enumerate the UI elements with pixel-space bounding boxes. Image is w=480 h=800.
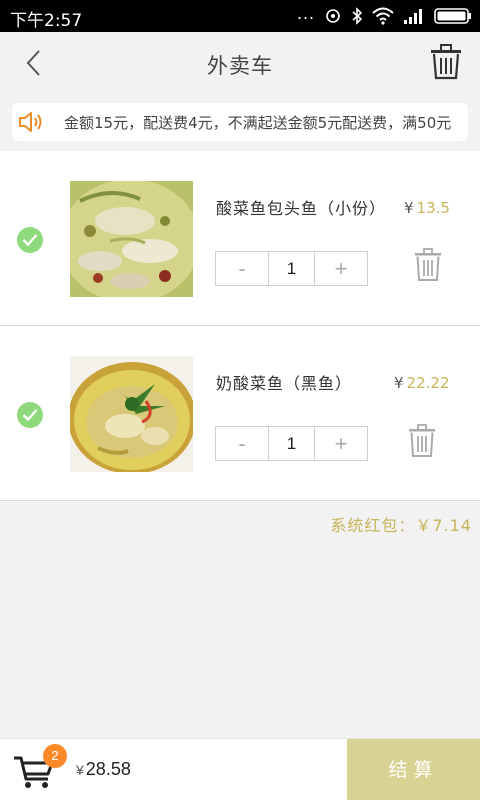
quantity-value[interactable]: 1 [268, 252, 315, 285]
item-price: ¥13.5 [404, 199, 450, 217]
status-time: 下午2:57 [10, 11, 83, 31]
bottom-bar: 2 ¥28.58 结算 [0, 738, 480, 800]
status-icons: ... [296, 2, 472, 27]
food-image [70, 181, 193, 297]
notification-dots: ... [296, 2, 315, 23]
decrease-button[interactable]: - [216, 427, 268, 460]
delete-item-icon[interactable] [408, 424, 436, 458]
cart-count-badge: 2 [43, 744, 67, 768]
red-packet-discount: 系统红包：￥7.14 [330, 516, 472, 535]
checkmark-icon [22, 409, 38, 422]
item-checkbox[interactable] [17, 402, 43, 428]
checkmark-icon [22, 234, 38, 247]
cart-total: ¥28.58 [76, 759, 131, 779]
speaker-icon [19, 112, 42, 132]
item-checkbox[interactable] [17, 227, 43, 253]
notice-text: 金额15元，配送费4元，不满起送金额5元配送费，满50元 [64, 114, 452, 132]
delete-item-icon[interactable] [414, 248, 442, 282]
item-name: 奶酸菜鱼（黑鱼） [216, 374, 353, 393]
signal-icon [404, 9, 422, 24]
quantity-stepper: - 1 + [215, 426, 368, 461]
decrease-button[interactable]: - [216, 252, 268, 285]
checkout-button[interactable]: 结算 [347, 739, 480, 800]
bluetooth-icon [352, 7, 363, 25]
item-name: 酸菜鱼包头鱼（小份） [216, 199, 387, 218]
notice-banner: 金额15元，配送费4元，不满起送金额5元配送费，满50元 [12, 103, 468, 141]
battery-icon [434, 8, 471, 24]
cart-list: 酸菜鱼包头鱼（小份） ¥13.5 - 1 + 奶酸菜鱼（黑鱼） ¥ 22.22 … [0, 151, 480, 501]
item-price: ¥22.22 [394, 374, 450, 392]
cart-item: 奶酸菜鱼（黑鱼） ¥22.22 - 1 + [0, 326, 480, 501]
increase-button[interactable]: + [315, 427, 367, 460]
cart-item: 酸菜鱼包头鱼（小份） ¥13.5 - 1 + [0, 151, 480, 326]
quantity-value[interactable]: 1 [268, 427, 315, 460]
wifi-icon [372, 7, 394, 25]
nav-bar: 外卖车 [0, 32, 480, 94]
alarm-icon [326, 9, 340, 23]
food-image [70, 356, 193, 472]
increase-button[interactable]: + [315, 252, 367, 285]
quantity-stepper: - 1 + [215, 251, 368, 286]
page-title: 外卖车 [207, 54, 273, 78]
status-bar: 下午2:57 ... [0, 0, 480, 32]
trash-icon[interactable] [430, 44, 462, 80]
